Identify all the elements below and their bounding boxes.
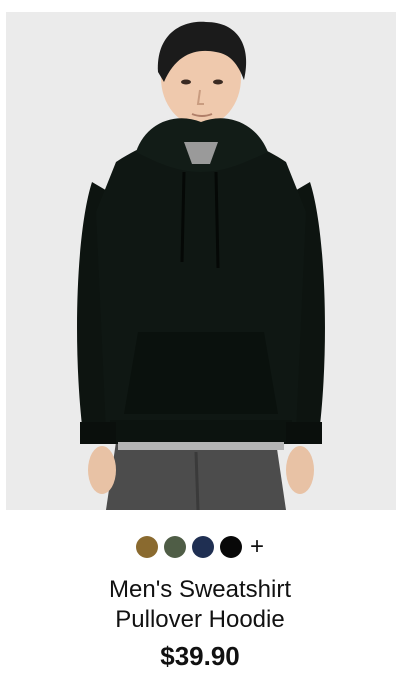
product-title[interactable]: Men's Sweatshirt Pullover Hoodie — [0, 575, 400, 635]
swatch-brown[interactable] — [135, 536, 158, 558]
swatch-olive[interactable] — [163, 536, 186, 558]
product-title-line2: Pullover Hoodie — [115, 606, 285, 633]
hoodie-model-illustration — [6, 12, 396, 510]
more-colors-plus-icon[interactable]: + — [250, 535, 264, 559]
color-swatches: + — [0, 535, 400, 559]
swatch-navy[interactable] — [191, 536, 214, 558]
product-price: $39.90 — [160, 641, 240, 671]
product-title-line1: Men's Sweatshirt — [109, 576, 291, 603]
product-image[interactable] — [6, 12, 396, 510]
swatch-black[interactable] — [219, 536, 242, 558]
product-card[interactable]: + Men's Sweatshirt Pullover Hoodie $39.9… — [0, 0, 400, 697]
